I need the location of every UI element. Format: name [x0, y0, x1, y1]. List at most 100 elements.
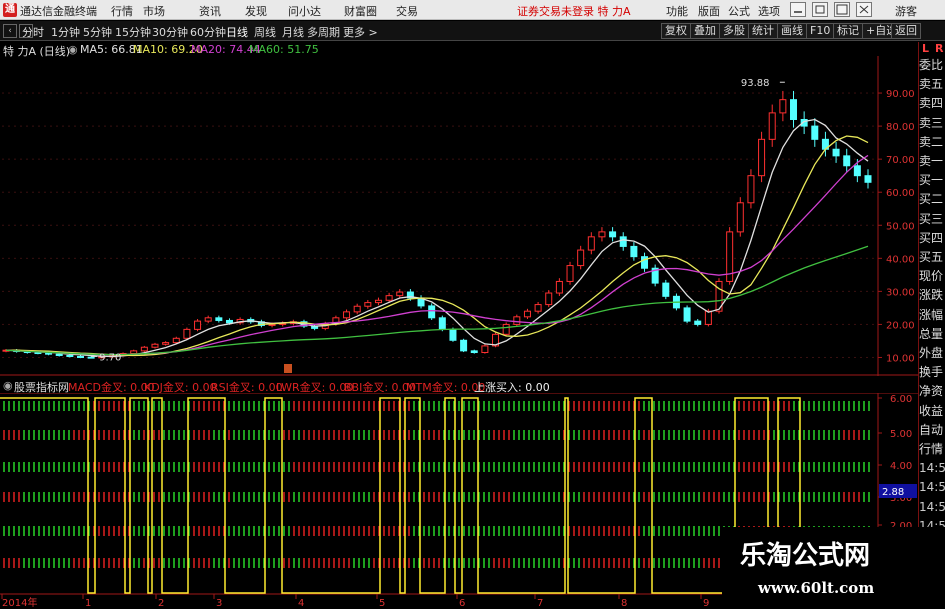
menu-quotes[interactable]: 行情 [111, 3, 133, 19]
close-window-icon[interactable] [856, 2, 872, 17]
menu-layout[interactable]: 版面 [698, 3, 720, 19]
mark-button[interactable]: 标记 [833, 23, 863, 39]
minimize-window-icon[interactable] [790, 2, 806, 17]
panel-item[interactable]: 行情 [919, 440, 945, 458]
tab-period-60min[interactable]: 60分钟 [190, 24, 226, 40]
panel-item[interactable]: 卖一 [919, 152, 945, 170]
panel-item[interactable]: 涨幅 [919, 306, 945, 324]
ma5-line [5, 118, 869, 358]
multi-stock-button[interactable]: 多股 [719, 23, 749, 39]
panel-item[interactable]: 收益 [919, 402, 945, 420]
menu-news[interactable]: 资讯 [199, 3, 221, 19]
candle [343, 311, 351, 319]
candle [694, 320, 702, 325]
candle [66, 354, 74, 357]
watermark-url: www.60lt.com [758, 579, 875, 597]
candle [76, 355, 84, 358]
panel-item[interactable]: 买五 [919, 248, 945, 266]
panel-letter-r: R [935, 42, 944, 55]
x-tick-label: 3 [216, 598, 222, 609]
panel-item[interactable]: 买三 [919, 210, 945, 228]
site-watermark: 乐淘公式网 www.60lt.com [722, 527, 945, 609]
candle [864, 175, 872, 183]
candle [853, 165, 861, 177]
menu-options[interactable]: 选项 [758, 3, 780, 19]
tab-period-timeshare[interactable]: 分时 [22, 24, 44, 40]
menu-market[interactable]: 市场 [143, 3, 165, 19]
f10-button[interactable]: F10 [806, 23, 835, 39]
tab-period-multi[interactable]: 多周期 [307, 24, 340, 40]
panel-item[interactable]: 换手 [919, 363, 945, 381]
candle [790, 99, 798, 120]
high-label: 93.88 [741, 78, 770, 89]
panel-item[interactable]: 卖四 [919, 94, 945, 112]
panel-item[interactable]: 14:5 [919, 498, 945, 516]
candle [428, 305, 436, 319]
toggle-circle-icon[interactable]: ◉ [68, 43, 78, 56]
candle [747, 175, 755, 204]
prev-page-icon[interactable]: ‹ [3, 24, 17, 38]
tab-period-daily[interactable]: 日线 [226, 24, 248, 40]
x-tick-label: 2 [158, 598, 164, 609]
candle [140, 346, 148, 352]
period-toolbar: ‹ › 分时 1分钟 5分钟 15分钟 30分钟 60分钟 日线 周线 月线 多… [0, 21, 945, 41]
restore-window-icon[interactable] [812, 2, 828, 17]
candle [438, 317, 446, 330]
y-tick-label: 90.00 [886, 89, 915, 100]
trade-login-notice[interactable]: 证券交易未登录 特 力A [517, 3, 631, 19]
panel-item[interactable]: 买四 [919, 229, 945, 247]
tab-period-more[interactable]: 更多 > [343, 24, 378, 40]
tab-period-weekly[interactable]: 周线 [254, 24, 276, 40]
candle [215, 317, 223, 321]
panel-item[interactable]: 买一 [919, 171, 945, 189]
adjust-button[interactable]: 复权 [661, 23, 691, 39]
panel-item[interactable]: 14:5 [919, 478, 945, 496]
tab-period-30min[interactable]: 30分钟 [152, 24, 188, 40]
menu-ask[interactable]: 问小达 [288, 3, 321, 19]
panel-item[interactable]: 总量 [919, 325, 945, 343]
panel-item[interactable]: 涨跌 [919, 286, 945, 304]
x-tick-label: 8 [621, 598, 627, 609]
candle [832, 148, 840, 157]
tab-period-5min[interactable]: 5分钟 [83, 24, 112, 40]
candle [34, 352, 42, 355]
panel-item[interactable]: 现价 [919, 267, 945, 285]
tab-period-monthly[interactable]: 月线 [282, 24, 304, 40]
overlay-button[interactable]: 叠加 [690, 23, 720, 39]
panel-item[interactable]: 净资 [919, 382, 945, 400]
panel-item[interactable]: 自动 [919, 421, 945, 439]
app-logo-icon: 通 [3, 3, 17, 17]
menu-discover[interactable]: 发现 [245, 3, 267, 19]
maximize-window-icon[interactable] [834, 2, 850, 17]
candle [385, 295, 393, 301]
ma60-line [5, 245, 869, 356]
indicator-toggle-icon[interactable]: ◉ [3, 379, 13, 392]
candle [470, 350, 478, 354]
panel-item[interactable]: 卖二 [919, 133, 945, 151]
tab-period-1min[interactable]: 1分钟 [51, 24, 80, 40]
menu-trade[interactable]: 交易 [396, 3, 418, 19]
panel-item[interactable]: 委比 [919, 56, 945, 74]
back-button[interactable]: 返回 [891, 23, 921, 39]
panel-item[interactable]: 14:5 [919, 459, 945, 477]
price-chart[interactable]: 90.00 80.00 70.00 60.00 50.00 40.00 30.00 20.00… [0, 56, 918, 376]
candle [55, 353, 63, 356]
draw-line-button[interactable]: 画线 [777, 23, 807, 39]
candle [598, 231, 606, 238]
candle [630, 245, 638, 258]
menu-function[interactable]: 功能 [666, 3, 688, 19]
x-tick-label: 7 [537, 598, 543, 609]
statistics-button[interactable]: 统计 [748, 23, 778, 39]
panel-item[interactable]: 外盘 [919, 344, 945, 362]
x-tick-label: 4 [298, 598, 304, 609]
menu-formula[interactable]: 公式 [728, 3, 750, 19]
menu-wealth[interactable]: 财富圈 [344, 3, 377, 19]
panel-item[interactable]: 卖三 [919, 114, 945, 132]
panel-item[interactable]: 卖五 [919, 75, 945, 93]
candle [683, 307, 691, 322]
panel-item[interactable]: 买二 [919, 190, 945, 208]
candle [768, 112, 776, 140]
guest-label[interactable]: 游客 [895, 3, 917, 19]
tab-period-15min[interactable]: 15分钟 [115, 24, 151, 40]
candle [449, 328, 457, 341]
